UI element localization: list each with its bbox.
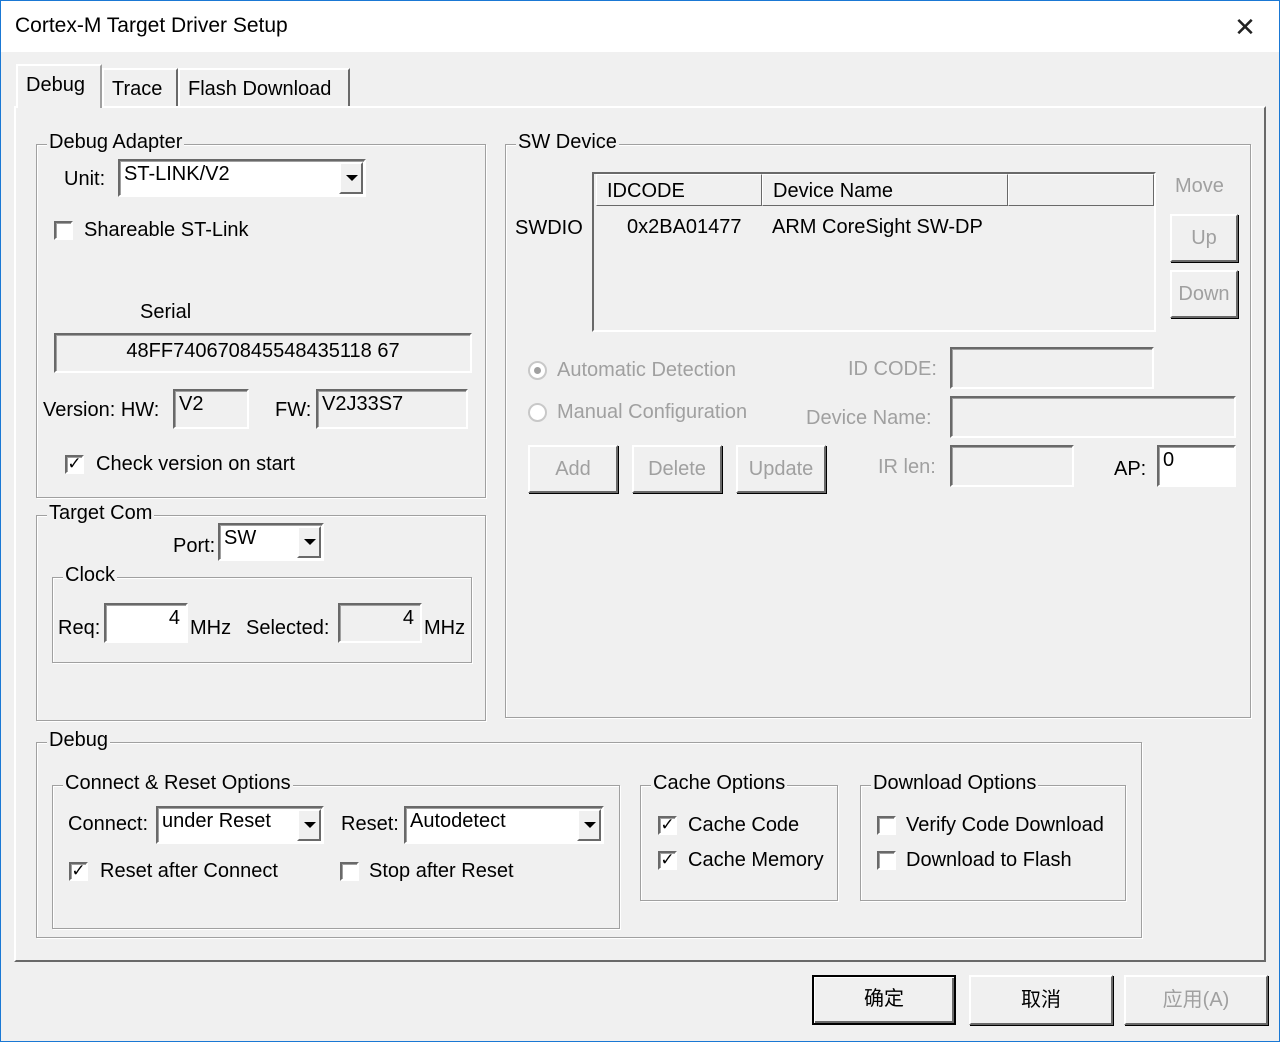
chevron-down-icon[interactable]: [297, 526, 321, 558]
unit-select[interactable]: ST-LINK/V2: [118, 159, 366, 197]
swdio-label: SWDIO: [515, 217, 583, 239]
manual-config-radio[interactable]: [528, 403, 547, 422]
column-header-device-name[interactable]: Device Name: [762, 174, 1008, 206]
debug-adapter-group: Debug Adapter: [36, 131, 486, 498]
reset-select[interactable]: Autodetect: [404, 806, 604, 844]
row-device-name: ARM CoreSight SW-DP: [772, 216, 983, 238]
verify-download-checkbox[interactable]: [877, 816, 896, 835]
tab-debug[interactable]: Debug: [16, 64, 102, 108]
selected-unit: MHz: [424, 617, 466, 639]
debug-adapter-title: Debug Adapter: [47, 131, 185, 154]
connect-label: Connect:: [68, 813, 149, 835]
auto-detect-label: Automatic Detection: [557, 359, 736, 381]
id-code-label: ID CODE:: [848, 358, 937, 380]
window-title: Cortex-M Target Driver Setup: [15, 14, 288, 37]
sw-device-title: SW Device: [516, 131, 619, 154]
download-options-title: Download Options: [871, 772, 1039, 795]
cache-options-title: Cache Options: [651, 772, 788, 795]
ir-len-label: IR len:: [878, 456, 936, 478]
connect-reset-title: Connect & Reset Options: [63, 772, 293, 795]
delete-button[interactable]: Delete: [632, 445, 722, 493]
cache-code-checkbox[interactable]: ✓: [658, 816, 677, 835]
port-label: Port:: [173, 535, 216, 557]
check-version-checkbox[interactable]: ✓: [65, 455, 84, 474]
title-bar: Cortex-M Target Driver Setup ✕: [0, 0, 1280, 52]
check-icon: ✓: [67, 454, 82, 473]
tab-flash-download[interactable]: Flash Download: [178, 68, 350, 106]
tab-trace[interactable]: Trace: [102, 68, 178, 106]
stop-after-reset-checkbox[interactable]: [340, 862, 359, 881]
cache-memory-label: Cache Memory: [688, 849, 824, 871]
serial-label: Serial: [140, 301, 192, 323]
check-icon: ✓: [71, 861, 86, 880]
cancel-button[interactable]: 取消: [969, 975, 1113, 1025]
chevron-down-icon[interactable]: [297, 809, 321, 841]
ap-label: AP:: [1114, 458, 1147, 480]
add-button[interactable]: Add: [528, 445, 618, 493]
table-row[interactable]: 0x2BA01477 ARM CoreSight SW-DP: [594, 214, 1154, 244]
manual-config-label: Manual Configuration: [557, 401, 748, 423]
fw-field: V2J33S7: [316, 389, 468, 429]
id-code-field[interactable]: [950, 347, 1154, 389]
row-idcode: 0x2BA01477: [627, 216, 742, 238]
unit-label: Unit:: [64, 168, 106, 190]
chevron-down-icon[interactable]: [339, 162, 363, 194]
cache-memory-checkbox[interactable]: ✓: [658, 851, 677, 870]
down-button[interactable]: Down: [1170, 270, 1238, 318]
close-icon[interactable]: ✕: [1225, 7, 1265, 47]
stop-after-reset-label: Stop after Reset: [369, 860, 514, 882]
device-name-label: Device Name:: [806, 407, 932, 429]
download-flash-checkbox[interactable]: [877, 851, 896, 870]
check-icon: ✓: [660, 850, 675, 869]
connect-value: under Reset: [162, 810, 271, 832]
ok-button[interactable]: 确定: [812, 975, 956, 1025]
target-com-title: Target Com: [47, 502, 155, 525]
download-options-group: Download Options: [860, 772, 1126, 901]
column-header-idcode[interactable]: IDCODE: [596, 174, 762, 206]
req-unit: MHz: [190, 617, 232, 639]
port-value: SW: [224, 527, 257, 549]
reset-value: Autodetect: [410, 810, 506, 832]
ir-len-field[interactable]: [950, 445, 1074, 487]
clock-title: Clock: [63, 564, 118, 587]
auto-detect-radio[interactable]: [528, 361, 547, 380]
serial-field: 48FF740670845548435118 67: [54, 333, 472, 373]
fw-label: FW:: [275, 399, 312, 421]
up-button[interactable]: Up: [1170, 214, 1238, 262]
debug-options-title: Debug: [47, 729, 110, 752]
req-input[interactable]: 4: [104, 603, 188, 643]
connect-select[interactable]: under Reset: [156, 806, 324, 844]
verify-download-label: Verify Code Download: [906, 814, 1104, 836]
port-select[interactable]: SW: [218, 523, 324, 561]
selected-label: Selected:: [246, 617, 330, 639]
ap-input[interactable]: 0: [1157, 445, 1236, 487]
apply-button[interactable]: 应用(A): [1124, 975, 1268, 1025]
update-button[interactable]: Update: [736, 445, 826, 493]
check-version-label: Check version on start: [96, 453, 295, 475]
reset-after-connect-label: Reset after Connect: [100, 860, 278, 882]
cache-options-group: Cache Options: [640, 772, 838, 901]
shareable-label: Shareable ST-Link: [84, 219, 249, 241]
hw-field: V2: [173, 389, 249, 429]
req-label: Req:: [58, 617, 101, 639]
shareable-checkbox[interactable]: [54, 221, 73, 240]
chevron-down-icon[interactable]: [577, 809, 601, 841]
version-hw-label: Version: HW:: [43, 399, 160, 421]
unit-value: ST-LINK/V2: [124, 163, 230, 185]
reset-after-connect-checkbox[interactable]: ✓: [69, 862, 88, 881]
device-name-field[interactable]: [950, 396, 1236, 438]
cache-code-label: Cache Code: [688, 814, 800, 836]
selected-field: 4: [338, 603, 422, 643]
check-icon: ✓: [660, 815, 675, 834]
reset-label: Reset:: [341, 813, 399, 835]
move-label: Move: [1175, 175, 1224, 197]
sw-device-list[interactable]: IDCODE Device Name 0x2BA01477 ARM CoreSi…: [592, 172, 1156, 332]
download-flash-label: Download to Flash: [906, 849, 1072, 871]
column-header-empty: [1008, 174, 1154, 206]
